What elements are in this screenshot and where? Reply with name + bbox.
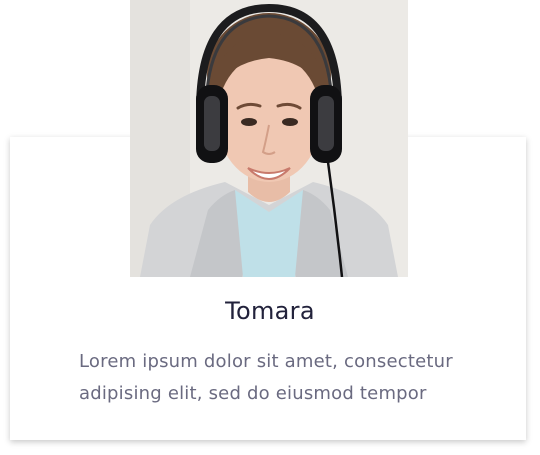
profile-bio: Lorem ipsum dolor sit amet, consectetur … — [79, 351, 453, 404]
profile-photo — [130, 0, 408, 277]
profile-photo-illustration — [130, 0, 408, 277]
profile-card-section: Tomara Lorem ipsum dolor sit amet, conse… — [0, 0, 540, 455]
profile-name: Tomara — [225, 297, 315, 325]
